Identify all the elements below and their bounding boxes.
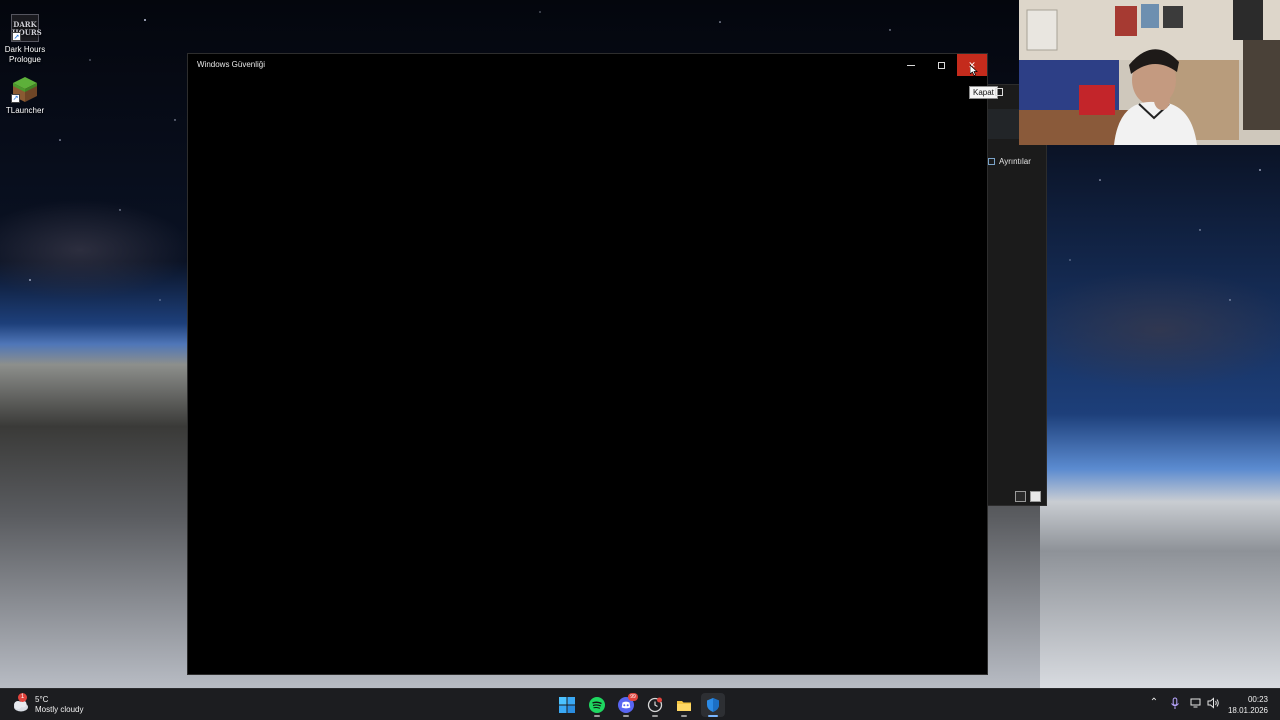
window-title: Windows Güvenliği	[197, 60, 266, 69]
microphone-icon	[1171, 697, 1179, 709]
webcam-overlay	[1019, 0, 1280, 145]
mouse-cursor-icon	[969, 63, 978, 81]
details-label: Ayrıntılar	[999, 156, 1031, 166]
clock-date: 18.01.2026	[1227, 706, 1268, 715]
running-indicator	[652, 715, 658, 717]
start-button[interactable]	[555, 693, 579, 717]
speaker-icon	[1207, 697, 1219, 709]
show-hidden-icons-button[interactable]: ⌃	[1147, 697, 1161, 713]
windows-security-window[interactable]: Windows Güvenliği ✕	[187, 53, 988, 675]
taskbar-app-file-explorer[interactable]	[672, 693, 696, 717]
network-icon	[1190, 698, 1201, 708]
maximize-button[interactable]	[926, 54, 957, 76]
minimize-button[interactable]	[895, 54, 926, 76]
shield-icon	[707, 698, 719, 712]
running-indicator	[681, 715, 687, 717]
window-square-icon	[995, 88, 1003, 96]
details-toggle[interactable]: Ayrıntılar	[988, 153, 1048, 169]
close-tooltip: Kapat	[969, 86, 998, 99]
taskbar-app-windows-security[interactable]	[701, 693, 725, 717]
desktop-icon-label: TLauncher	[5, 106, 45, 115]
maximize-icon	[938, 61, 945, 69]
desktop-icon-label: Dark Hours	[4, 45, 46, 54]
chevron-up-icon: ⌃	[1149, 697, 1159, 708]
weather-temperature: 5°C	[35, 695, 49, 704]
spotify-icon	[589, 697, 605, 713]
clock-icon	[647, 697, 663, 713]
dark-hours-icon: DARK HOURS ↗	[11, 14, 42, 42]
running-indicator	[594, 715, 600, 717]
cloud-icon: 1	[10, 693, 30, 715]
taskbar-clock[interactable]: 00:23 18.01.2026	[1228, 694, 1268, 716]
windows-logo-icon	[559, 697, 575, 713]
taskbar-app-clock[interactable]	[643, 693, 667, 717]
running-indicator	[623, 715, 629, 717]
title-bar[interactable]: Windows Güvenliği ✕	[188, 54, 987, 76]
discord-notification-badge: 99	[628, 693, 638, 701]
clock-time: 00:23	[1247, 695, 1268, 704]
details-view-button[interactable]	[1015, 491, 1026, 502]
weather-condition: Mostly cloudy	[35, 705, 84, 714]
shortcut-arrow-icon: ↗	[12, 32, 21, 41]
minimize-icon	[906, 64, 915, 66]
folder-icon	[677, 701, 691, 711]
desktop-icon-dark-hours[interactable]: DARK HOURS ↗ Dark Hours Prologue	[0, 14, 50, 65]
taskbar: 1 5°C Mostly cloudy 99 ⌃ 00:23 18.01.202…	[0, 688, 1280, 720]
desktop-icon-tlauncher[interactable]: ↗ TLauncher	[0, 75, 50, 116]
shortcut-arrow-icon: ↗	[11, 94, 20, 103]
window-content	[188, 76, 987, 674]
taskbar-app-discord[interactable]: 99	[614, 693, 638, 717]
tiles-view-button[interactable]	[1030, 491, 1041, 502]
desktop-icon-label: Prologue	[8, 55, 42, 64]
background-window[interactable]: Ayrıntılar	[987, 84, 1048, 506]
taskbar-app-spotify[interactable]	[585, 693, 609, 717]
details-icon	[988, 157, 995, 165]
microphone-button[interactable]	[1168, 697, 1182, 713]
network-button[interactable]	[1189, 697, 1203, 713]
active-indicator	[708, 715, 718, 717]
volume-button[interactable]	[1206, 697, 1220, 713]
weather-alert-badge: 1	[18, 693, 27, 702]
weather-widget[interactable]: 1 5°C Mostly cloudy	[10, 693, 83, 717]
minecraft-grass-block-icon: ↗	[11, 75, 39, 103]
